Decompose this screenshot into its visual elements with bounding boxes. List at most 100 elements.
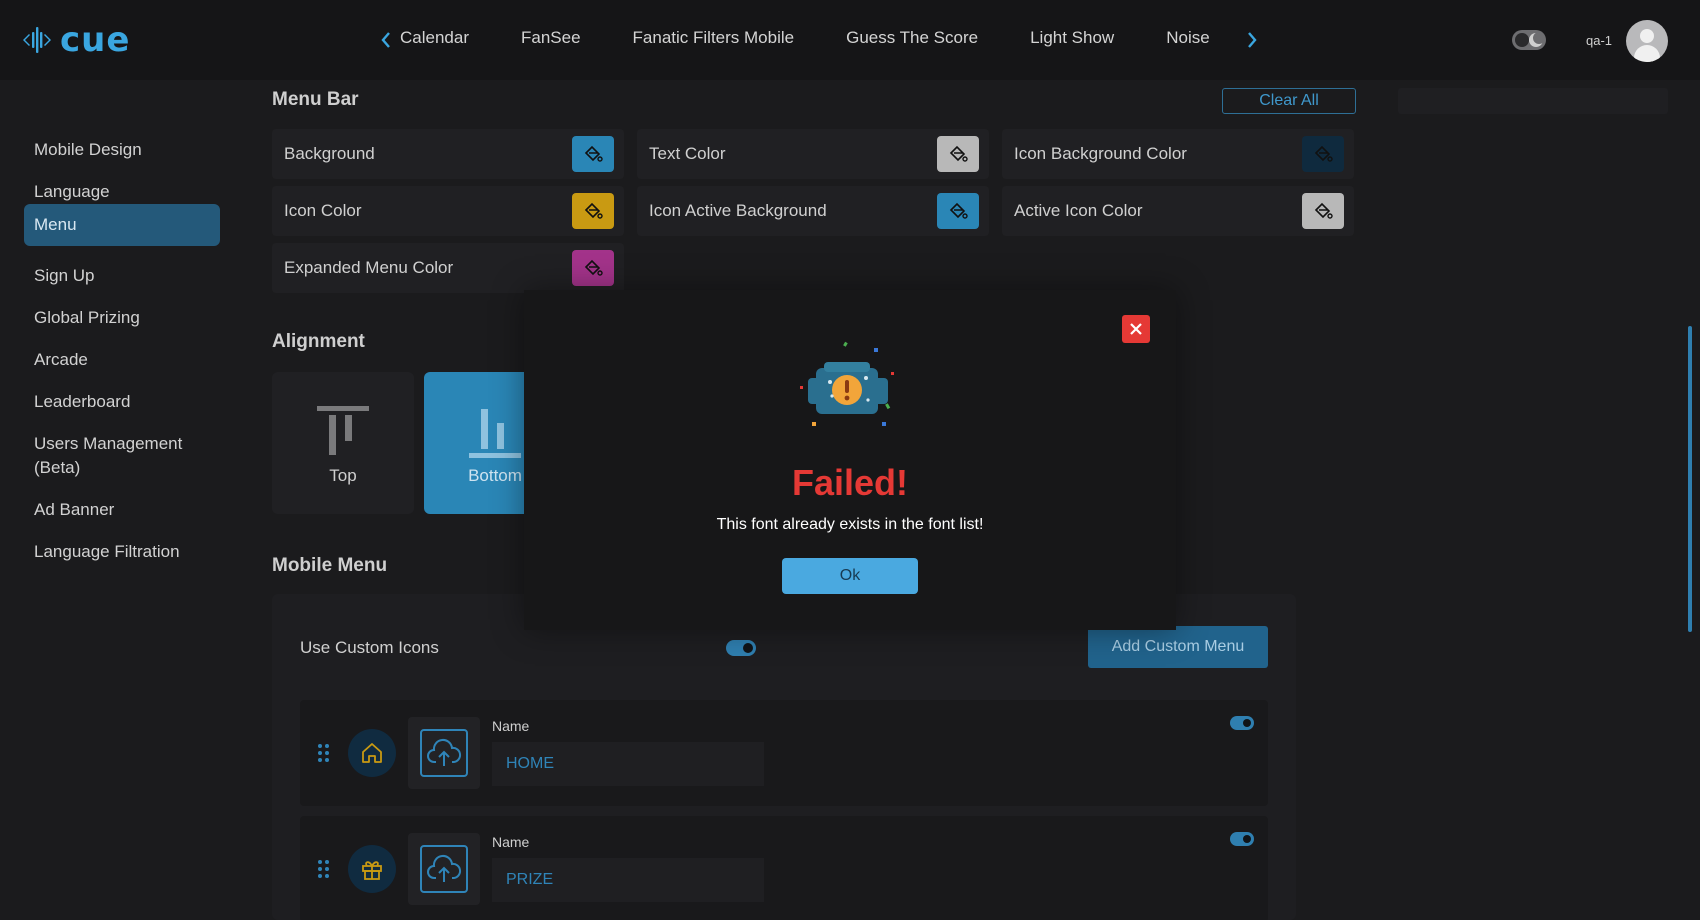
tab-noise[interactable]: Noise bbox=[1166, 28, 1209, 48]
home-icon bbox=[362, 743, 382, 763]
drag-handle-icon[interactable] bbox=[318, 860, 330, 878]
color-setting-icon-active-background: Icon Active Background bbox=[637, 186, 989, 236]
paint-bucket-icon bbox=[584, 259, 603, 276]
color-setting-label: Icon Active Background bbox=[649, 201, 827, 220]
sidebar-item-users-management[interactable]: Users Management (Beta) bbox=[24, 424, 204, 488]
toggle-knob bbox=[1515, 33, 1529, 47]
modal-close-button[interactable] bbox=[1122, 315, 1150, 343]
top-bar: cue Calendar FanSee Fanatic Filters Mobi… bbox=[0, 0, 1700, 80]
color-swatch[interactable] bbox=[572, 136, 614, 172]
use-custom-icons-label: Use Custom Icons bbox=[300, 638, 439, 657]
name-field-label: Name bbox=[492, 718, 530, 734]
alignment-option-top[interactable]: Top bbox=[272, 372, 414, 514]
menu-item-icon-preview bbox=[348, 729, 396, 777]
align-top-icon bbox=[317, 406, 369, 455]
tab-guess-the-score[interactable]: Guess The Score bbox=[846, 28, 978, 48]
color-swatch[interactable] bbox=[937, 193, 979, 229]
right-panel-placeholder bbox=[1398, 88, 1668, 114]
upload-frame bbox=[420, 729, 468, 777]
color-swatch[interactable] bbox=[937, 136, 979, 172]
color-setting-label: Icon Color bbox=[284, 201, 362, 220]
paint-bucket-icon bbox=[949, 145, 968, 162]
error-modal: Failed! This font already exists in the … bbox=[524, 290, 1176, 630]
menu-item-name-input[interactable] bbox=[492, 858, 764, 902]
top-nav-tabs: Calendar FanSee Fanatic Filters Mobile G… bbox=[400, 28, 1230, 48]
menu-item-row: Name bbox=[300, 700, 1268, 806]
sidebar-item-global-prizing[interactable]: Global Prizing bbox=[24, 298, 220, 338]
sidebar-item-language-filtration[interactable]: Language Filtration bbox=[24, 532, 220, 572]
avatar-head bbox=[1640, 29, 1654, 43]
nav-next-button[interactable] bbox=[1242, 28, 1262, 52]
use-custom-icons-toggle[interactable] bbox=[726, 640, 756, 656]
modal-title: Failed! bbox=[791, 462, 908, 503]
logo-wordmark: cue bbox=[60, 20, 131, 60]
chevron-left-icon bbox=[381, 32, 390, 48]
moon-icon bbox=[1529, 32, 1545, 47]
drag-handle-icon[interactable] bbox=[318, 744, 330, 762]
paint-bucket-icon bbox=[1314, 202, 1333, 219]
toggle-dot bbox=[1243, 719, 1251, 727]
color-swatch[interactable] bbox=[1302, 193, 1344, 229]
color-swatch[interactable] bbox=[572, 193, 614, 229]
alignment-title: Alignment bbox=[272, 331, 365, 352]
color-setting-icon-background-color: Icon Background Color bbox=[1002, 129, 1354, 179]
gift-icon bbox=[362, 861, 382, 880]
sidebar-item-ad-banner[interactable]: Ad Banner bbox=[24, 490, 220, 530]
color-swatch[interactable] bbox=[1302, 136, 1344, 172]
page-scrollbar[interactable] bbox=[1688, 326, 1692, 632]
menu-item-icon-preview bbox=[348, 845, 396, 893]
tab-light-show[interactable]: Light Show bbox=[1030, 28, 1114, 48]
clear-all-button[interactable]: Clear All bbox=[1222, 88, 1356, 114]
alignment-label: Top bbox=[329, 466, 357, 485]
menu-bar-title: Menu Bar bbox=[272, 89, 359, 110]
avatar-body bbox=[1634, 45, 1660, 62]
color-setting-active-icon-color: Active Icon Color bbox=[1002, 186, 1354, 236]
modal-message: This font already exists in the font lis… bbox=[716, 516, 984, 533]
color-setting-text-color: Text Color bbox=[637, 129, 989, 179]
align-bottom-icon bbox=[469, 409, 521, 458]
cloud-upload-icon bbox=[427, 855, 462, 882]
menu-item-toggle[interactable] bbox=[1230, 832, 1254, 846]
color-setting-icon-color: Icon Color bbox=[272, 186, 624, 236]
mobile-menu-title: Mobile Menu bbox=[272, 555, 388, 576]
tab-fansee[interactable]: FanSee bbox=[521, 28, 581, 48]
tab-calendar[interactable]: Calendar bbox=[400, 28, 469, 48]
color-setting-label: Text Color bbox=[649, 144, 726, 163]
modal-ok-button[interactable]: Ok bbox=[782, 558, 918, 594]
toggle-dot bbox=[743, 643, 753, 653]
upload-icon-button[interactable] bbox=[408, 833, 480, 905]
sidebar: Mobile Design Language Menu Sign Up Glob… bbox=[0, 80, 240, 920]
upload-frame bbox=[420, 845, 468, 893]
error-illustration-icon bbox=[800, 341, 894, 426]
sidebar-item-menu[interactable]: Menu bbox=[24, 204, 220, 246]
close-icon bbox=[1130, 323, 1142, 335]
color-swatch[interactable] bbox=[572, 250, 614, 286]
sidebar-item-leaderboard[interactable]: Leaderboard bbox=[24, 382, 220, 422]
color-setting-label: Expanded Menu Color bbox=[284, 258, 454, 277]
toggle-dot bbox=[1243, 835, 1251, 843]
tab-fanatic-filters-mobile[interactable]: Fanatic Filters Mobile bbox=[633, 28, 795, 48]
logo[interactable]: cue bbox=[22, 20, 130, 60]
name-field-label: Name bbox=[492, 834, 530, 850]
color-setting-label: Background bbox=[284, 144, 375, 163]
menu-item-row: Name bbox=[300, 816, 1268, 920]
upload-icon-button[interactable] bbox=[408, 717, 480, 789]
paint-bucket-icon bbox=[1314, 145, 1333, 162]
add-custom-menu-button[interactable]: Add Custom Menu bbox=[1088, 626, 1268, 668]
color-setting-background: Background bbox=[272, 129, 624, 179]
menu-item-name-input[interactable] bbox=[492, 742, 764, 786]
nav-prev-button[interactable] bbox=[376, 28, 396, 52]
logo-waveform-icon bbox=[23, 27, 51, 53]
sidebar-item-sign-up[interactable]: Sign Up bbox=[24, 256, 220, 296]
paint-bucket-icon bbox=[949, 202, 968, 219]
sidebar-item-arcade[interactable]: Arcade bbox=[24, 340, 220, 380]
theme-toggle[interactable] bbox=[1512, 30, 1546, 50]
color-setting-label: Icon Background Color bbox=[1014, 144, 1187, 163]
cloud-upload-icon bbox=[427, 739, 462, 766]
menu-item-toggle[interactable] bbox=[1230, 716, 1254, 730]
color-setting-expanded-menu-color: Expanded Menu Color bbox=[272, 243, 624, 293]
avatar[interactable] bbox=[1626, 20, 1668, 62]
color-setting-label: Active Icon Color bbox=[1014, 201, 1143, 220]
paint-bucket-icon bbox=[584, 202, 603, 219]
sidebar-item-mobile-design[interactable]: Mobile Design bbox=[24, 130, 220, 170]
